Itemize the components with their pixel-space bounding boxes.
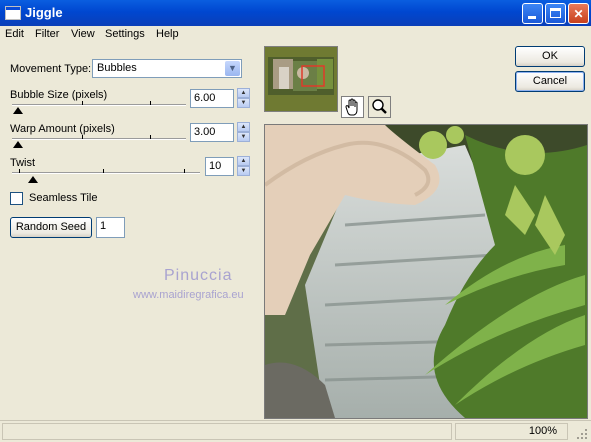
thumbnail-image xyxy=(268,57,334,95)
slider-tick xyxy=(150,101,151,105)
warp-amount-label: Warp Amount (pixels) xyxy=(10,123,115,135)
status-cell xyxy=(2,423,452,440)
slider-tick xyxy=(103,169,104,173)
zoom-icon xyxy=(372,99,387,114)
preview-pane[interactable] xyxy=(264,124,588,419)
spin-down-icon[interactable]: ▼ xyxy=(237,166,250,176)
slider-tick xyxy=(82,101,83,105)
status-bar: 100% xyxy=(0,420,591,442)
navigator-thumbnail[interactable] xyxy=(264,46,338,112)
watermark-url: www.maidiregrafica.eu xyxy=(133,289,244,301)
menu-help[interactable]: Help xyxy=(156,28,179,40)
zoom-level: 100% xyxy=(455,423,568,440)
movement-type-value: Bubbles xyxy=(97,62,137,74)
title-bar: Jiggle ✕ xyxy=(0,0,591,26)
bubble-size-label: Bubble Size (pixels) xyxy=(10,89,108,101)
slider-tick xyxy=(150,135,151,139)
slider-tick xyxy=(82,135,83,139)
slider-tick xyxy=(19,169,20,173)
menu-edit[interactable]: Edit xyxy=(5,28,24,40)
warp-amount-spinner[interactable]: ▲ ▼ xyxy=(237,122,250,143)
slider-tick xyxy=(184,169,185,173)
spin-down-icon[interactable]: ▼ xyxy=(237,98,250,108)
seamless-tile-checkbox[interactable] xyxy=(10,192,23,205)
movement-type-select[interactable]: Bubbles ▼ xyxy=(92,59,242,78)
hand-icon xyxy=(345,98,358,116)
close-button[interactable]: ✕ xyxy=(568,3,589,24)
spin-up-icon[interactable]: ▲ xyxy=(237,122,250,132)
chevron-down-icon[interactable]: ▼ xyxy=(225,61,240,76)
twist-label: Twist xyxy=(10,157,36,169)
bubble-size-slider-thumb[interactable] xyxy=(13,107,23,114)
ok-button[interactable]: OK xyxy=(515,46,585,67)
watermark-name: Pinuccia xyxy=(164,267,233,284)
menu-filter[interactable]: Filter xyxy=(35,28,59,40)
menu-settings[interactable]: Settings xyxy=(105,28,145,40)
hand-tool-button[interactable] xyxy=(341,96,364,118)
spin-up-icon[interactable]: ▲ xyxy=(237,156,250,166)
close-icon: ✕ xyxy=(573,7,584,21)
movement-type-label: Movement Type: xyxy=(10,63,92,75)
menu-view[interactable]: View xyxy=(71,28,95,40)
warp-amount-input[interactable]: 3.00 xyxy=(190,123,234,142)
twist-spinner[interactable]: ▲ ▼ xyxy=(237,156,250,177)
random-seed-button[interactable]: Random Seed xyxy=(10,217,92,238)
cancel-button[interactable]: Cancel xyxy=(515,71,585,92)
twist-input[interactable]: 10 xyxy=(205,157,234,176)
bubble-size-input[interactable]: 6.00 xyxy=(190,89,234,108)
minimize-icon xyxy=(528,16,536,19)
warp-amount-slider-thumb[interactable] xyxy=(13,141,23,148)
maximize-icon xyxy=(550,8,561,18)
app-icon xyxy=(5,6,21,20)
spin-up-icon[interactable]: ▲ xyxy=(237,88,250,98)
twist-slider-track[interactable] xyxy=(12,172,200,174)
spin-down-icon[interactable]: ▼ xyxy=(237,132,250,142)
bubble-size-spinner[interactable]: ▲ ▼ xyxy=(237,88,250,109)
twist-slider-thumb[interactable] xyxy=(28,176,38,183)
menu-bar: Edit Filter View Settings Help xyxy=(0,26,591,44)
bubble-size-slider-track[interactable] xyxy=(12,104,186,106)
preview-image xyxy=(265,125,587,418)
warp-amount-slider-track[interactable] xyxy=(12,138,186,140)
zoom-tool-button[interactable] xyxy=(368,96,391,118)
random-seed-input[interactable]: 1 xyxy=(96,217,125,238)
window-title: Jiggle xyxy=(25,5,63,20)
seamless-tile-label: Seamless Tile xyxy=(29,192,98,204)
resize-grip-icon[interactable] xyxy=(575,427,588,440)
minimize-button[interactable] xyxy=(522,3,543,24)
maximize-button[interactable] xyxy=(545,3,566,24)
